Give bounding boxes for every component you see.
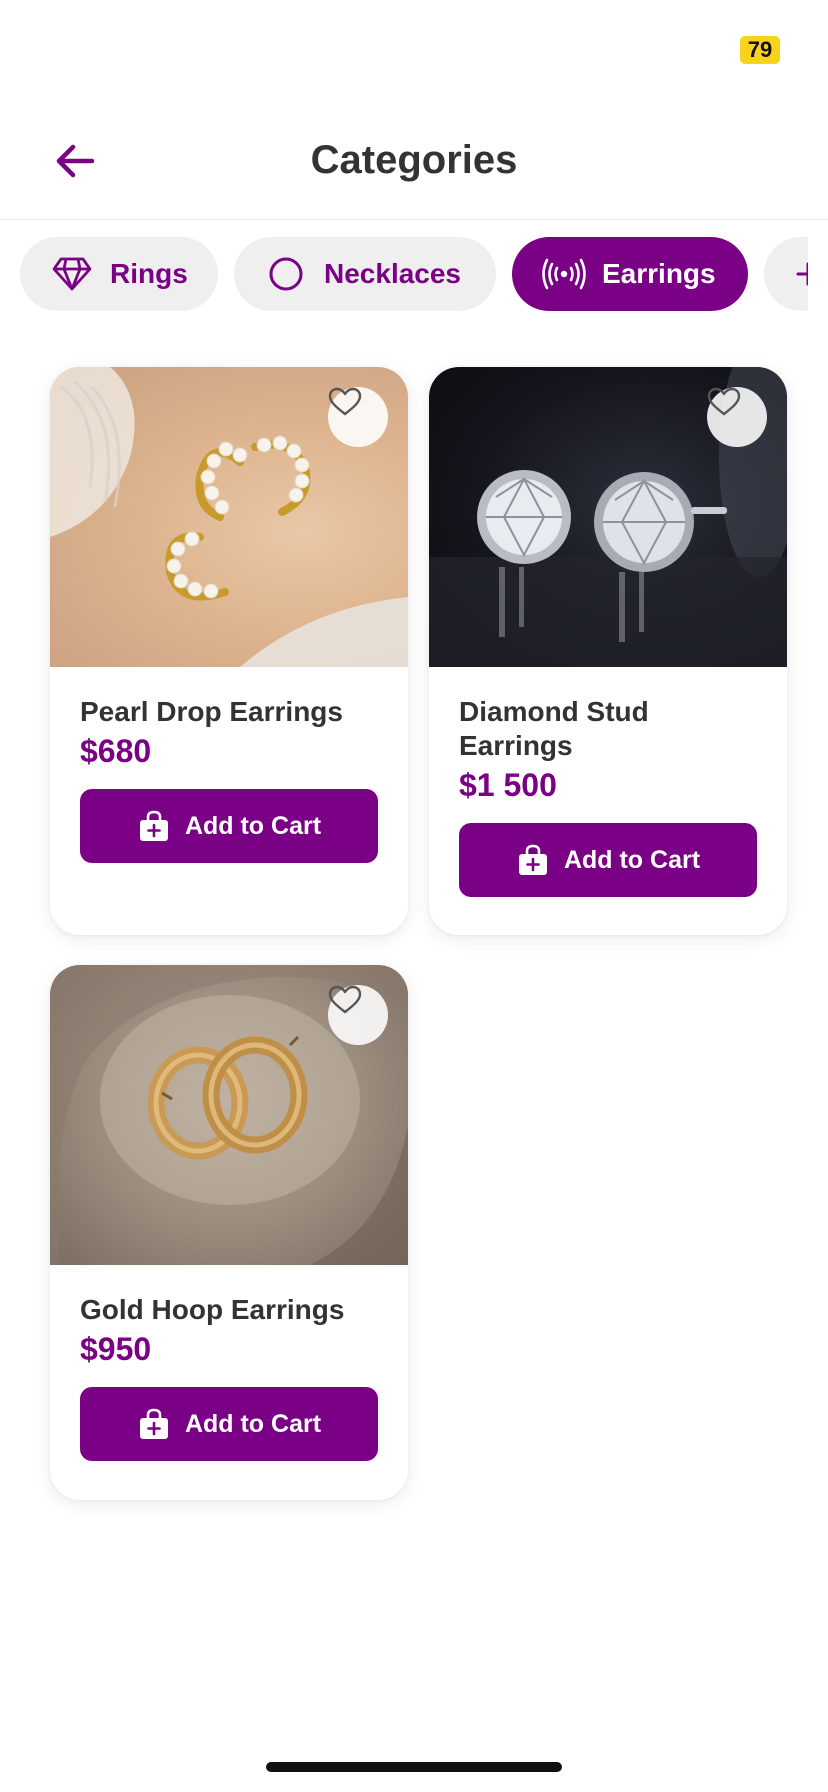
broadcast-icon (542, 252, 586, 296)
add-to-cart-button[interactable]: Add to Cart (80, 1387, 378, 1461)
card-body: Pearl Drop Earrings $680 Add to Cart (50, 667, 408, 863)
card-body: Diamond Stud Earrings $1 500 Add to Cart (429, 667, 787, 897)
add-to-cart-label: Add to Cart (184, 1409, 322, 1438)
product-image (50, 367, 408, 667)
add-to-cart-button[interactable]: Add to Cart (459, 823, 757, 897)
category-label: Rings (110, 258, 188, 289)
circle-icon (264, 252, 308, 296)
product-price: $950 (80, 1331, 152, 1367)
product-card[interactable]: Pearl Drop Earrings $680 Add to Cart (50, 367, 408, 935)
header: Categories (0, 120, 828, 220)
category-label: Earrings (602, 258, 716, 289)
categories-screen: 79 Categories Rings Necklaces Earrings P… (0, 0, 828, 1792)
product-card[interactable]: Diamond Stud Earrings $1 500 Add to Cart (429, 367, 787, 935)
category-chip-more[interactable] (764, 237, 808, 311)
category-chip-earrings[interactable]: Earrings (512, 237, 748, 311)
favorite-button[interactable] (707, 387, 767, 447)
add-to-cart-label: Add to Cart (184, 811, 322, 840)
shopping-bag-icon (516, 843, 550, 877)
shopping-bag-icon (137, 1407, 171, 1441)
product-image (429, 367, 787, 667)
product-image (50, 965, 408, 1265)
battery-level: 79 (740, 36, 780, 64)
product-price: $1 500 (459, 767, 557, 803)
category-chip-rings[interactable]: Rings (20, 237, 218, 311)
page-title: Categories (310, 138, 518, 182)
category-chip-necklaces[interactable]: Necklaces (234, 237, 496, 311)
product-name: Gold Hoop Earrings (80, 1294, 345, 1325)
product-name: Pearl Drop Earrings (80, 696, 343, 727)
product-name: Diamond Stud Earrings (459, 696, 649, 761)
favorite-button[interactable] (328, 387, 388, 447)
home-indicator[interactable] (266, 1762, 562, 1772)
shopping-bag-icon (137, 809, 171, 843)
add-to-cart-label: Add to Cart (563, 845, 701, 874)
product-card[interactable]: Gold Hoop Earrings $950 Add to Cart (50, 965, 408, 1500)
diamond-icon (50, 252, 94, 296)
card-body: Gold Hoop Earrings $950 Add to Cart (50, 1265, 408, 1461)
heart-icon (328, 985, 362, 1014)
add-to-cart-button[interactable]: Add to Cart (80, 789, 378, 863)
category-label: Necklaces (324, 258, 462, 289)
more-icon (786, 252, 808, 296)
heart-icon (328, 387, 362, 416)
category-chips: Rings Necklaces Earrings (20, 237, 808, 313)
heart-icon (707, 387, 741, 416)
product-price: $680 (80, 733, 152, 769)
favorite-button[interactable] (328, 985, 388, 1045)
